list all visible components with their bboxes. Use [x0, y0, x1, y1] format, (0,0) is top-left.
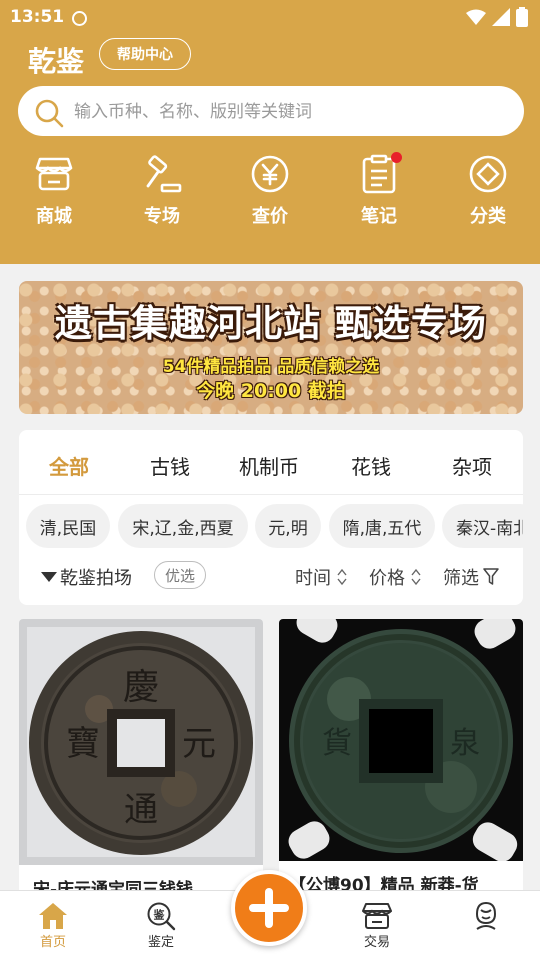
- sort-price[interactable]: 价格: [369, 564, 405, 590]
- home-icon: [39, 903, 67, 929]
- svg-text:慶: 慶: [123, 667, 159, 708]
- coin-photo: 慶 元 通 寶: [19, 619, 263, 865]
- nav-label: 专场: [144, 206, 180, 227]
- era-chip[interactable]: 元,明: [255, 504, 321, 548]
- search-input[interactable]: [72, 86, 506, 138]
- tab-label: 首页: [39, 935, 66, 950]
- filter-button[interactable]: 筛选: [443, 564, 479, 590]
- tab-charms[interactable]: 花钱: [351, 451, 391, 480]
- wifi-icon: [466, 9, 486, 25]
- svg-text:貨: 貨: [322, 726, 352, 761]
- status-bar: 13:51: [0, 0, 540, 36]
- app-title: 乾鉴: [28, 45, 85, 78]
- svg-text:鉴: 鉴: [153, 908, 166, 922]
- nav-label: 商城: [36, 206, 72, 227]
- era-chip[interactable]: 清,民国: [26, 504, 110, 548]
- auction-hammer-icon: [146, 155, 182, 193]
- sort-arrows-icon: [411, 568, 421, 586]
- funnel-icon: [483, 568, 499, 585]
- nav-price-check[interactable]: 查价: [225, 152, 315, 228]
- status-icons: [466, 7, 528, 27]
- promo-banner[interactable]: 遗古集趣河北站 甄选专场 54件精品拍品 品质信赖之选 今晚 20:00 截拍: [19, 281, 523, 414]
- era-chip[interactable]: 隋,唐,五代: [329, 504, 435, 548]
- tab-trade[interactable]: 交易: [337, 901, 417, 950]
- quick-nav: 商城 专场 查价 笔记 分类: [0, 152, 540, 232]
- svg-text:寶: 寶: [66, 724, 100, 764]
- category-icon: [469, 155, 507, 193]
- tab-misc[interactable]: 杂项: [452, 451, 492, 480]
- banner-title: 遗古集趣河北站 甄选专场: [55, 302, 487, 345]
- nav-label: 笔记: [361, 206, 397, 227]
- tab-label: 鉴定: [147, 935, 174, 950]
- product-card[interactable]: 貨 泉 【公博90】精品 新莽-货: [279, 619, 523, 909]
- era-chip[interactable]: 秦汉-南北: [442, 504, 523, 548]
- nav-label: 分类: [470, 206, 506, 227]
- search-icon: [35, 99, 64, 128]
- status-time: 13:51: [10, 7, 65, 27]
- nav-auction[interactable]: 专场: [117, 152, 207, 228]
- filter-panel: 全部 古钱 机制币 花钱 杂项 清,民国 宋,辽,金,西夏 元,明 隋,唐,五代…: [19, 430, 523, 605]
- tab-all[interactable]: 全部: [49, 451, 89, 480]
- product-card[interactable]: 慶 元 通 寶 宋-庆元通宝同三钱钱: [19, 619, 263, 909]
- svg-text:泉: 泉: [450, 726, 480, 761]
- store-icon: [35, 157, 73, 191]
- sort-filter-row: 乾鉴拍场 优选 时间 价格 筛选: [19, 558, 523, 594]
- era-chip[interactable]: 宋,辽,金,西夏: [118, 504, 248, 548]
- add-button[interactable]: [231, 870, 307, 946]
- tab-appraisal[interactable]: 鉴 鉴定: [121, 901, 201, 950]
- venue-selector[interactable]: 乾鉴拍场: [60, 564, 132, 590]
- tab-machine-coins[interactable]: 机制币: [239, 451, 299, 480]
- coin-photo: 貨 泉: [279, 619, 523, 861]
- help-center-button[interactable]: 帮助中心: [99, 38, 191, 70]
- nav-notes[interactable]: 笔记: [334, 152, 424, 228]
- tab-label: 交易: [363, 935, 390, 950]
- yen-price-icon: [251, 155, 289, 193]
- tab-ancient-coins[interactable]: 古钱: [150, 451, 190, 480]
- banner-subtitle: 54件精品拍品 品质信赖之选: [162, 357, 380, 377]
- tab-home[interactable]: 首页: [13, 901, 93, 950]
- tab-profile[interactable]: [446, 901, 526, 931]
- trade-icon: [362, 903, 392, 929]
- battery-icon: [516, 7, 528, 27]
- featured-tag[interactable]: 优选: [154, 561, 206, 589]
- caret-down-icon: [41, 572, 57, 582]
- divider: [19, 494, 523, 495]
- appraisal-icon: 鉴: [147, 902, 176, 931]
- signal-icon: [492, 8, 510, 26]
- nav-category[interactable]: 分类: [443, 152, 533, 228]
- profile-icon: [475, 901, 497, 930]
- notification-badge: [391, 152, 402, 163]
- sort-time[interactable]: 时间: [295, 564, 331, 590]
- banner-deadline: 今晚 20:00 截拍: [196, 380, 346, 402]
- nav-store[interactable]: 商城: [9, 152, 99, 228]
- nav-label: 查价: [252, 206, 288, 227]
- search-bar[interactable]: [18, 86, 524, 138]
- svg-text:元: 元: [182, 724, 216, 764]
- plus-icon: [249, 888, 289, 928]
- vpn-shield-icon: [72, 11, 87, 26]
- svg-text:通: 通: [124, 790, 158, 830]
- sort-arrows-icon: [337, 568, 347, 586]
